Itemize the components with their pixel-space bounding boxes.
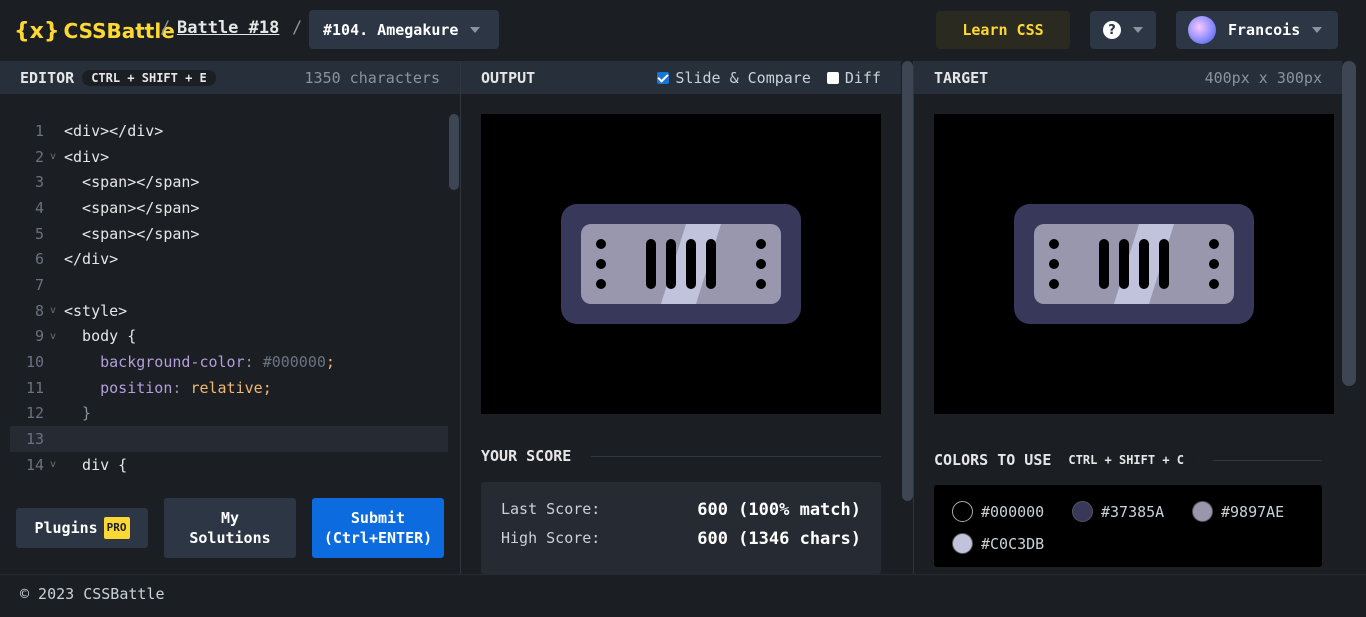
target-canvas <box>934 114 1334 414</box>
submit-button[interactable]: Submit (Ctrl+ENTER) <box>312 498 444 558</box>
target-select-label: #104. Amegakure <box>323 20 459 39</box>
chevron-down-icon <box>1133 27 1143 33</box>
target-dimensions: 400px x 300px <box>1204 68 1322 87</box>
footer: © 2023 CSSBattle <box>0 574 1366 617</box>
diff-label: Diff <box>844 68 881 87</box>
color-dot <box>952 533 973 554</box>
checkbox-checked-icon[interactable] <box>657 71 670 84</box>
chevron-down-icon <box>470 26 481 33</box>
code-line: 11 position: relative; <box>25 378 272 397</box>
output-scrollbar[interactable] <box>902 61 913 501</box>
help-dropdown[interactable]: ? <box>1090 11 1156 49</box>
code-line: 5 <span></span> <box>34 224 200 243</box>
fold-icon: v <box>50 305 57 317</box>
code-line: 12 } <box>25 404 92 423</box>
panel-divider <box>913 61 914 574</box>
editor-scrollbar[interactable] <box>449 114 459 190</box>
your-score-heading: YOUR SCORE <box>481 447 881 465</box>
last-score-value: 600 (100% match) <box>697 500 861 520</box>
code-line: 9v body { <box>34 327 137 346</box>
learn-css-button[interactable]: Learn CSS <box>936 11 1070 49</box>
output-render <box>561 204 801 324</box>
code-line: 4 <span></span> <box>34 198 200 217</box>
copyright-text: © 2023 CSSBattle <box>20 585 165 603</box>
fold-icon: v <box>50 330 57 342</box>
user-menu[interactable]: Francois <box>1176 11 1338 49</box>
color-swatch[interactable]: #C0C3DB <box>952 533 1044 554</box>
code-lines[interactable]: 1 <div></div> 2 v <div> 3 <span></span> 4 <… <box>10 118 448 478</box>
code-line: 3 <span></span> <box>34 173 200 192</box>
my-solutions-button[interactable]: My Solutions <box>164 498 296 558</box>
code-line: 1 <div></div> <box>34 121 164 140</box>
char-count: 1350 characters <box>304 68 440 87</box>
target-select-dropdown[interactable]: #104. Amegakure <box>309 10 499 49</box>
breadcrumb-separator: / <box>292 18 303 38</box>
slide-compare-toggle[interactable]: Slide & Compare <box>657 68 811 87</box>
code-line: 2 v <div> <box>34 147 110 166</box>
target-render <box>1014 204 1254 324</box>
code-line: 7 <box>34 275 44 294</box>
avatar <box>1188 16 1216 44</box>
code-line: 6 </div> <box>34 250 119 269</box>
high-score-label: High Score: <box>501 529 601 547</box>
plugins-label: Plugins <box>34 519 98 537</box>
editor-title: EDITOR <box>20 68 75 87</box>
pro-badge: PRO <box>103 517 130 539</box>
fold-icon: v <box>50 459 57 471</box>
top-bar: {x} CSSBattle / Battle #18 / #104. Amega… <box>0 0 1366 61</box>
high-score-value: 600 (1346 chars) <box>697 529 861 549</box>
chevron-down-icon <box>1312 27 1323 33</box>
cssbattle-logo[interactable]: {x} CSSBattle <box>14 16 175 46</box>
editor-shortcut: CTRL + SHIFT + E <box>82 69 216 86</box>
output-title: OUTPUT <box>481 68 536 87</box>
code-line: 14 v div { <box>25 455 128 474</box>
color-swatch[interactable]: #000000 <box>952 501 1044 522</box>
page-scrollbar[interactable] <box>1342 61 1356 386</box>
target-header: TARGET 400px x 300px <box>914 61 1342 94</box>
last-score-label: Last Score: <box>501 500 601 518</box>
slide-compare-label: Slide & Compare <box>675 68 811 87</box>
colors-heading: COLORS TO USE CTRL + SHIFT + C <box>934 451 1322 469</box>
colors-palette: #000000 #37385A #9897AE #C0C3DB <box>934 485 1322 567</box>
battle-link[interactable]: Battle #18 <box>177 18 279 38</box>
code-line: 10 background-color: #000000; <box>25 353 335 372</box>
checkbox-unchecked-icon[interactable] <box>826 71 839 84</box>
help-icon: ? <box>1103 21 1121 39</box>
plugins-button[interactable]: Plugins PRO <box>16 508 148 548</box>
fold-icon: v <box>50 151 57 163</box>
colors-shortcut: CTRL + SHIFT + C <box>1059 452 1193 468</box>
target-title: TARGET <box>934 68 989 87</box>
color-swatch[interactable]: #9897AE <box>1192 501 1284 522</box>
code-line-active: 13 <box>10 426 448 452</box>
code-line: 8 v <style> <box>34 301 128 320</box>
output-header: OUTPUT Slide & Compare Diff <box>461 61 901 94</box>
logo-text: CSSBattle <box>63 19 175 43</box>
color-dot <box>1192 501 1213 522</box>
diff-toggle[interactable]: Diff <box>826 68 881 87</box>
score-box: Last Score: 600 (100% match) High Score:… <box>481 482 881 574</box>
color-swatch[interactable]: #37385A <box>1072 501 1164 522</box>
color-dot <box>1072 501 1093 522</box>
logo-mark-icon: {x} <box>14 18 60 44</box>
breadcrumb-separator: / <box>160 18 171 38</box>
color-dot <box>952 501 973 522</box>
editor-header: EDITOR CTRL + SHIFT + E 1350 characters <box>0 61 460 94</box>
output-canvas[interactable] <box>481 114 881 414</box>
user-name: Francois <box>1228 21 1301 39</box>
